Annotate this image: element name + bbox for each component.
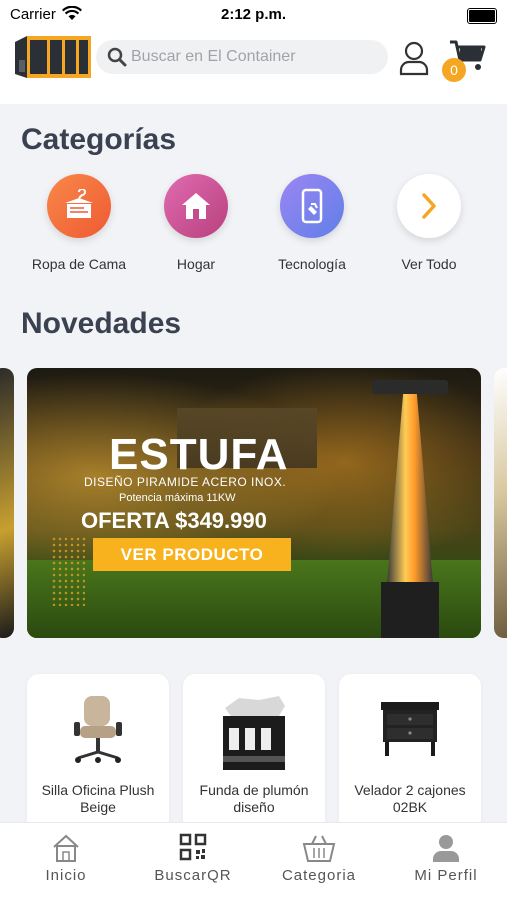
app-header: 0 <box>0 30 507 104</box>
category-ropa-de-cama[interactable]: Ropa de Cama <box>29 174 129 272</box>
category-label: Tecnología <box>278 256 346 272</box>
heater-image <box>372 380 448 394</box>
logo-icon[interactable] <box>15 34 91 78</box>
product-card[interactable]: Funda de plumón diseño <box>183 674 325 834</box>
phone-icon <box>280 174 344 238</box>
status-bar: Carrier 2:12 p.m. <box>0 0 507 30</box>
banner-dots-decoration <box>51 536 85 606</box>
tab-buscarqr[interactable]: BuscarQR <box>143 833 243 884</box>
news-title: Novedades <box>21 307 182 340</box>
category-hogar[interactable]: Hogar <box>146 174 246 272</box>
tab-mi-perfil[interactable]: Mi Perfil <box>396 833 496 884</box>
banner-offer: OFERTA $349.990 <box>81 508 267 533</box>
tab-bar: Inicio BuscarQR Categoria Mi Perfil <box>0 822 507 901</box>
tab-inicio[interactable]: Inicio <box>16 833 116 884</box>
banner-title: ESTUFA <box>109 430 289 479</box>
product-name: Silla Oficina Plush Beige <box>41 782 155 815</box>
tab-label: Mi Perfil <box>414 867 478 884</box>
office-chair-icon <box>27 694 169 768</box>
product-name: Funda de plumón diseño <box>199 782 309 815</box>
banner-power: Potencia máxima 11KW <box>119 492 236 504</box>
category-label: Hogar <box>176 256 216 272</box>
promo-banner[interactable]: ESTUFA DISEÑO PIRAMIDE ACERO INOX. Poten… <box>27 368 481 638</box>
previous-banner[interactable] <box>0 368 14 638</box>
nightstand-icon <box>339 694 481 768</box>
home-icon <box>164 174 228 238</box>
search-input[interactable] <box>131 40 376 74</box>
view-product-button[interactable]: VER PRODUCTO <box>93 538 291 571</box>
product-card[interactable]: Silla Oficina Plush Beige <box>27 674 169 834</box>
heater-flame-image <box>387 394 433 584</box>
basket-icon <box>269 833 369 865</box>
category-ver-todo[interactable]: Ver Todo <box>379 174 479 272</box>
tab-label: Inicio <box>45 867 87 884</box>
category-label: Ropa de Cama <box>31 256 127 272</box>
category-label: Ver Todo <box>401 256 457 272</box>
tab-categoria[interactable]: Categoria <box>269 833 369 884</box>
categories-title: Categorías <box>21 123 177 156</box>
cart-count-badge: 0 <box>442 58 466 82</box>
search-bar[interactable] <box>96 40 388 74</box>
heater-base-image <box>381 582 439 638</box>
category-tecnologia[interactable]: Tecnología <box>262 174 362 272</box>
status-time: 2:12 p.m. <box>220 6 287 23</box>
tab-label: Categoria <box>281 867 357 884</box>
chevron-right-icon <box>397 174 461 238</box>
user-icon[interactable] <box>398 40 430 81</box>
duvet-icon <box>183 694 325 770</box>
product-name: Velador 2 cajones 02BK <box>354 782 466 815</box>
battery-icon <box>467 8 497 24</box>
tab-label: BuscarQR <box>154 867 232 884</box>
home-icon <box>16 833 116 865</box>
product-card[interactable]: Velador 2 cajones 02BK <box>339 674 481 834</box>
qr-code-icon <box>143 833 243 865</box>
cart-button[interactable]: 0 <box>440 38 490 82</box>
search-icon <box>107 47 127 72</box>
banner-subtitle: DISEÑO PIRAMIDE ACERO INOX. <box>84 475 287 489</box>
bedding-icon <box>47 174 111 238</box>
user-icon <box>396 833 496 865</box>
next-banner[interactable] <box>494 368 507 638</box>
